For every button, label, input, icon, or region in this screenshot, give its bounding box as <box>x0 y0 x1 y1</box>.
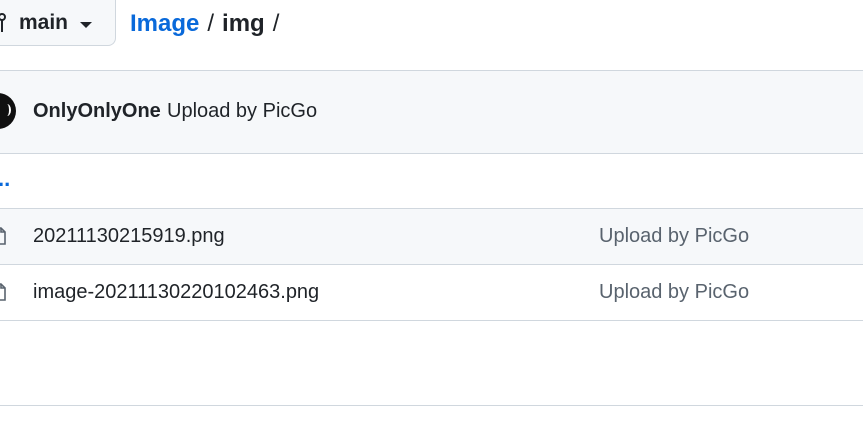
table-row[interactable]: 20211130215919.png Upload by PicGo <box>0 209 863 265</box>
parent-directory-link[interactable]: .. <box>0 166 10 192</box>
parent-directory-row[interactable]: .. <box>0 154 863 209</box>
breadcrumb-separator: / <box>207 10 215 37</box>
branch-selector-button[interactable]: main <box>0 0 116 46</box>
file-icon <box>0 283 6 301</box>
caret-down-icon <box>80 21 93 28</box>
file-commit-message-link[interactable]: Upload by PicGo <box>599 281 749 304</box>
file-name-link[interactable]: 20211130215919.png <box>33 225 225 248</box>
commit-author-link[interactable]: OnlyOnlyOne <box>33 100 161 123</box>
avatar[interactable] <box>0 93 16 129</box>
breadcrumb-current-folder: img <box>222 10 265 37</box>
table-row[interactable]: image-20211130220102463.png Upload by Pi… <box>0 265 863 321</box>
file-name-link[interactable]: image-20211130220102463.png <box>33 281 319 304</box>
latest-commit-bar: OnlyOnlyOne Upload by PicGo <box>0 71 863 154</box>
breadcrumb: Image / img / <box>130 10 279 38</box>
commit-message-link[interactable]: Upload by PicGo <box>167 100 317 123</box>
git-branch-icon <box>0 12 9 34</box>
repo-directory-view: main Image / img / OnlyOnlyOne Upload by… <box>0 0 863 423</box>
file-list-box: OnlyOnlyOne Upload by PicGo .. 202111302… <box>0 70 863 406</box>
file-icon <box>0 227 6 245</box>
branch-name: main <box>19 10 69 34</box>
file-commit-message-link[interactable]: Upload by PicGo <box>599 225 749 248</box>
breadcrumb-repo-link[interactable]: Image <box>130 10 199 38</box>
breadcrumb-separator: / <box>272 10 280 37</box>
